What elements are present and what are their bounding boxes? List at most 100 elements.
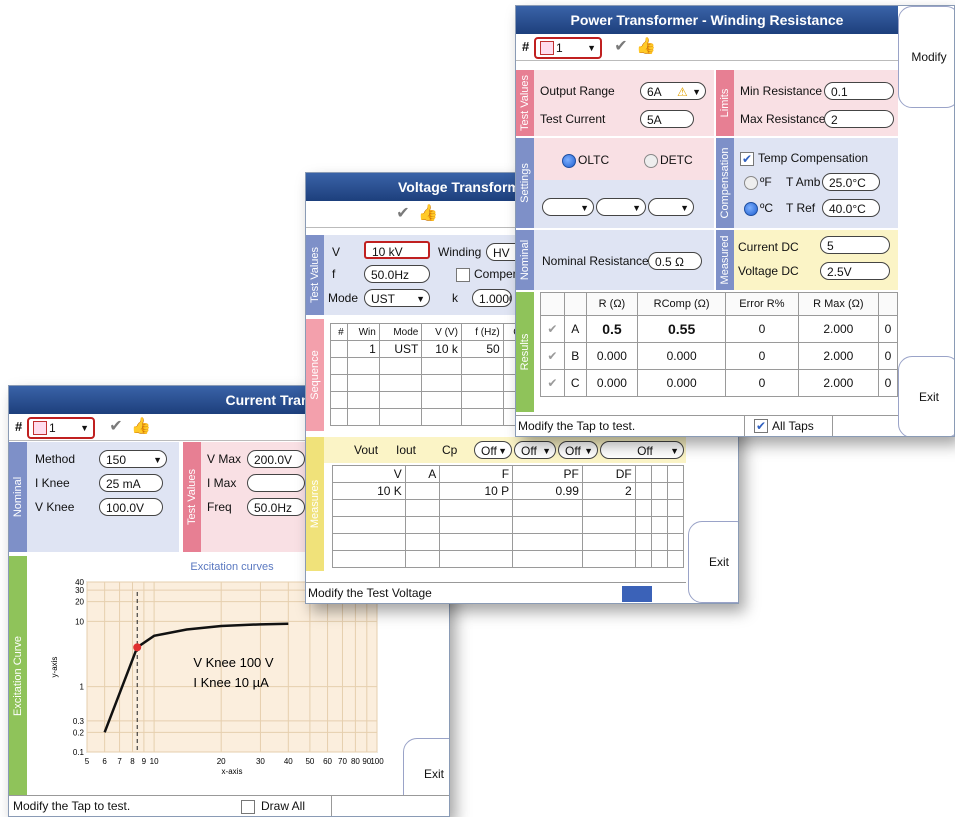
y-tick-label: 1	[80, 683, 85, 692]
table-header-row: #WinModeV (V)f (Hz)Cp	[330, 323, 531, 341]
x-axis-label: x-axis	[222, 767, 243, 776]
tref-field[interactable]: 40.0°C	[822, 199, 880, 217]
nominal-resistance-field[interactable]: 0.5 Ω	[648, 252, 702, 270]
tap-icon	[33, 421, 47, 435]
voltage-dc-field[interactable]: 2.5V	[820, 262, 890, 280]
celsius-radio[interactable]	[744, 202, 758, 216]
settings-select-3[interactable]: ▼	[648, 198, 694, 216]
table-row[interactable]	[332, 533, 685, 551]
iknee-field[interactable]: 25 mA	[99, 474, 163, 492]
table-row[interactable]: ✔ B 0.000 0.000 0 2.000 0	[540, 342, 899, 370]
vt-exit-button[interactable]: Exit	[688, 521, 738, 603]
thumbs-up-icon[interactable]: 👍	[636, 38, 656, 56]
table-row[interactable]	[330, 357, 531, 375]
table-row[interactable]	[332, 550, 685, 568]
chevron-down-icon: ▼	[632, 203, 641, 213]
column-header: V (V)	[421, 323, 462, 341]
table-cell	[330, 408, 348, 426]
current-dc-field[interactable]: 5	[820, 236, 890, 254]
oltc-radio[interactable]	[562, 154, 576, 168]
table-cell	[666, 516, 685, 534]
table-cell: 0	[877, 369, 899, 397]
column-header: R Max (Ω)	[797, 292, 879, 316]
vknee-field[interactable]: 100.0V	[99, 498, 163, 516]
imax-field[interactable]	[247, 474, 305, 492]
table-cell: 0.5	[585, 315, 639, 343]
frequency-field[interactable]: 50.0Hz	[364, 265, 430, 283]
test-current-field[interactable]: 5A	[640, 110, 694, 128]
table-row[interactable]: ✔ C 0.000 0.000 0 2.000 0	[540, 369, 899, 397]
temp-compensation-checkbox[interactable]: ✔	[740, 152, 754, 166]
draw-all-label: Draw All	[261, 799, 306, 813]
tamb-field[interactable]: 25.0°C	[822, 173, 880, 191]
freq-field[interactable]: 50.0Hz	[247, 498, 305, 516]
method-select[interactable]: 150 ▼	[99, 450, 167, 468]
vknee-label: V Knee	[35, 500, 75, 514]
thumbs-up-icon[interactable]: 👍	[131, 418, 151, 436]
compensation-checkbox[interactable]	[456, 268, 470, 282]
pt-settings-section: Settings OLTC DETC ▼ ▼ ▼	[516, 138, 714, 228]
checkmark-icon[interactable]: ✔	[612, 38, 630, 56]
x-tick-label: 8	[130, 757, 135, 766]
all-taps-checkbox[interactable]: ✔	[754, 419, 768, 433]
pt-nominal-section: Nominal Nominal Resistance 0.5 Ω	[516, 230, 714, 290]
table-row[interactable]: 1 UST 10 k 50	[330, 340, 531, 358]
column-header: A	[404, 465, 441, 483]
pt-tap-value: 1	[556, 41, 563, 55]
column-header: f (Hz)	[460, 323, 504, 341]
table-row[interactable]	[330, 408, 531, 426]
chevron-down-icon: ▼	[692, 87, 701, 97]
table-cell: 0.000	[637, 342, 726, 370]
pt-tap-select[interactable]: 1 ▼	[534, 37, 602, 59]
test-voltage-field[interactable]: 10 kV	[364, 241, 430, 259]
table-cell	[330, 374, 348, 392]
table-row[interactable]	[330, 374, 531, 392]
fahrenheit-radio[interactable]	[744, 176, 758, 190]
table-row[interactable]	[332, 516, 685, 534]
table-cell	[512, 499, 583, 517]
thumbs-up-icon[interactable]: 👍	[418, 205, 438, 223]
column-header: #	[330, 323, 348, 341]
table-cell	[404, 550, 441, 568]
y-tick-label: 40	[75, 578, 84, 587]
checkmark-icon[interactable]: ✔	[394, 205, 412, 223]
table-cell	[421, 408, 462, 426]
tamb-label: T Amb	[786, 175, 821, 189]
table-row[interactable]	[330, 391, 531, 409]
table-cell	[404, 516, 441, 534]
settings-select-2[interactable]: ▼	[596, 198, 646, 216]
table-cell	[332, 550, 406, 568]
chart-title: Excitation curves	[190, 561, 274, 573]
detc-radio[interactable]	[644, 154, 658, 168]
vt-sequence-label: Sequence	[306, 319, 324, 431]
k-field[interactable]: 1.0000	[472, 289, 512, 307]
results-table: R (Ω) RComp (Ω) Error R% R Max (Ω) ✔ A 0.5 0.55…	[540, 292, 899, 397]
y-tick-label: 20	[75, 598, 84, 607]
x-tick-label: 50	[305, 757, 314, 766]
x-tick-label: 100	[370, 757, 384, 766]
table-row[interactable]: ✔ A 0.5 0.55 0 2.000 0	[540, 315, 899, 343]
chevron-down-icon: ▼	[416, 294, 425, 304]
off-select-1[interactable]: Off ▼	[474, 441, 512, 459]
vmax-field[interactable]: 200.0V	[247, 450, 305, 468]
output-range-select[interactable]: 6A ⚠ ▼	[640, 82, 706, 100]
table-row[interactable]	[332, 499, 685, 517]
off-select-3[interactable]: Off ▼	[558, 441, 598, 459]
output-range-label: Output Range	[540, 84, 615, 98]
table-cell: 0.55	[637, 315, 726, 343]
pt-toolbar: # 1 ▼ ✔ 👍	[516, 34, 898, 61]
table-cell	[512, 516, 583, 534]
off-select-2[interactable]: Off ▼	[514, 441, 556, 459]
ct-tap-select[interactable]: 1 ▼	[27, 417, 95, 439]
checkmark-icon[interactable]: ✔	[107, 418, 125, 436]
settings-select-1[interactable]: ▼	[542, 198, 594, 216]
max-resistance-field[interactable]: 2	[824, 110, 894, 128]
modify-button[interactable]: Modify	[898, 6, 954, 108]
mode-select[interactable]: UST ▼	[364, 289, 430, 307]
pt-exit-button[interactable]: Exit	[898, 356, 954, 436]
off-select-4[interactable]: Off ▼	[600, 441, 684, 459]
table-cell	[330, 357, 348, 375]
min-resistance-field[interactable]: 0.1	[824, 82, 894, 100]
draw-all-checkbox[interactable]	[241, 800, 255, 814]
table-row[interactable]: 10 K 10 P 0.99 2	[332, 482, 685, 500]
